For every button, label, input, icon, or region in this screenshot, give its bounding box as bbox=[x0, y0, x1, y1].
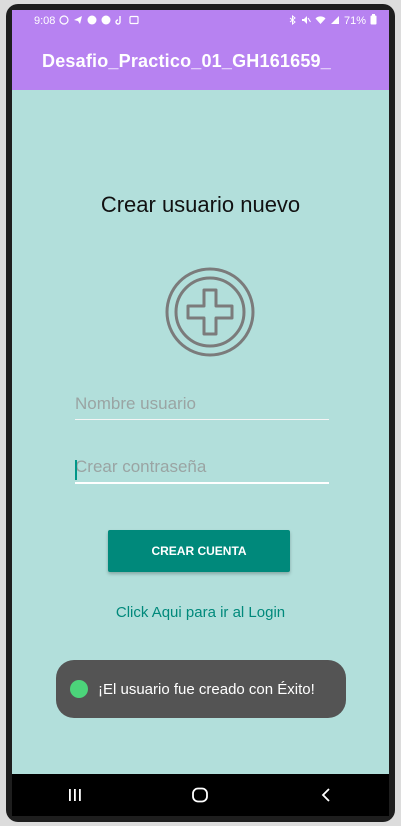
login-link[interactable]: Click Aqui para ir al Login bbox=[12, 604, 389, 621]
page-title: Crear usuario nuevo bbox=[100, 192, 301, 217]
status-bar-right: 71% bbox=[288, 14, 377, 28]
register-form: Crear usuario nuevo CREAR CUENTA Click A… bbox=[12, 90, 389, 780]
add-user-icon bbox=[164, 266, 256, 358]
bluetooth-icon bbox=[288, 14, 297, 28]
mute-icon bbox=[301, 15, 311, 28]
recents-icon[interactable] bbox=[45, 779, 105, 811]
gallery-icon bbox=[129, 15, 140, 28]
status-bar-left: 9:08 bbox=[34, 14, 140, 28]
text-cursor bbox=[75, 460, 77, 480]
whatsapp-icon bbox=[59, 14, 70, 28]
create-account-button[interactable]: CREAR CUENTA bbox=[108, 530, 290, 572]
phone-frame: 9:08 71% Desafio_Practico_01_GH161659_ C… bbox=[6, 4, 395, 822]
password-input[interactable] bbox=[75, 452, 329, 484]
home-icon[interactable] bbox=[170, 779, 230, 811]
screen: 9:08 71% Desafio_Practico_01_GH161659_ C… bbox=[12, 10, 389, 816]
wifi-icon bbox=[315, 15, 326, 28]
app-title: Desafio_Practico_01_GH161659_ bbox=[42, 50, 331, 71]
back-icon[interactable] bbox=[296, 779, 356, 811]
tiktok-icon bbox=[115, 15, 125, 28]
app-bar: Desafio_Practico_01_GH161659_ bbox=[12, 32, 389, 90]
facebook-icon bbox=[87, 15, 97, 28]
signal-icon bbox=[330, 15, 340, 28]
username-input[interactable] bbox=[75, 388, 329, 420]
app-dot-icon bbox=[70, 680, 88, 698]
navigation-bar bbox=[12, 774, 389, 816]
battery-percent: 71% bbox=[343, 15, 366, 27]
status-bar: 9:08 71% bbox=[12, 10, 389, 32]
telegram-icon bbox=[73, 15, 83, 28]
toast-message: ¡El usuario fue creado con Éxito! bbox=[98, 680, 315, 698]
toast-notification: ¡El usuario fue creado con Éxito! bbox=[56, 660, 346, 718]
facebook-icon bbox=[101, 15, 111, 28]
battery-icon bbox=[370, 14, 377, 28]
status-time: 9:08 bbox=[34, 15, 56, 27]
